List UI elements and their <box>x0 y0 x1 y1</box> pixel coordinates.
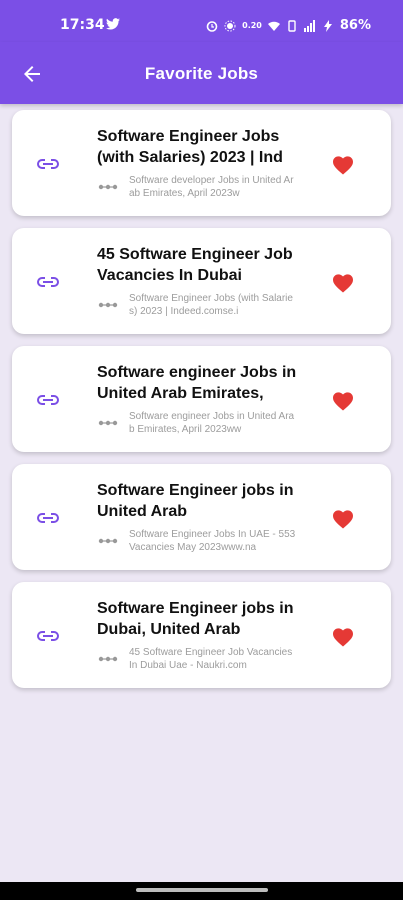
job-description: Software developer Jobs in United Arab E… <box>129 175 294 199</box>
heart-icon[interactable] <box>332 155 354 175</box>
home-gesture-handle[interactable] <box>136 888 268 892</box>
heart-icon[interactable] <box>332 509 354 529</box>
job-title[interactable]: 45 Software Engineer Job Vacancies In Du… <box>97 244 297 288</box>
alarm-icon <box>206 20 218 32</box>
job-title[interactable]: Software Engineer Jobs (with Salaries) 2… <box>97 126 297 170</box>
more-dots-icon <box>98 184 118 190</box>
job-title[interactable]: Software Engineer jobs in Dubai, United … <box>97 598 297 642</box>
twitter-icon <box>106 18 120 30</box>
link-icon[interactable] <box>36 157 60 171</box>
job-description: Software engineer Jobs in United Arab Em… <box>129 411 295 435</box>
brightness-icon <box>224 20 236 31</box>
link-icon[interactable] <box>36 629 60 643</box>
page-title: Favorite Jobs <box>144 64 259 83</box>
heart-icon[interactable] <box>332 391 354 411</box>
favorite-job-card[interactable]: Software Engineer jobs in United Arab So… <box>12 464 391 570</box>
status-time: 17:34 <box>60 17 105 33</box>
wifi-icon <box>267 21 280 31</box>
favorite-job-card[interactable]: 45 Software Engineer Job Vacancies In Du… <box>12 228 391 334</box>
job-description: 45 Software Engineer Job Vacancies In Du… <box>129 647 293 671</box>
network-speed: 0.20 <box>242 21 262 30</box>
link-icon[interactable] <box>36 393 60 407</box>
link-icon[interactable] <box>36 511 60 525</box>
job-description: Software Engineer Jobs In UAE - 553 Vaca… <box>129 529 296 553</box>
more-dots-icon <box>98 302 118 308</box>
more-dots-icon <box>98 538 118 544</box>
battery-level: 86% <box>339 18 371 33</box>
favorite-job-card[interactable]: Software engineer Jobs in United Arab Em… <box>12 346 391 452</box>
vibrate-icon <box>288 19 296 32</box>
favorite-job-card[interactable]: Software Engineer jobs in Dubai, United … <box>12 582 391 688</box>
more-dots-icon <box>98 420 118 426</box>
status-bar: 17:34 0.20 86% <box>0 0 403 42</box>
heart-icon[interactable] <box>332 273 354 293</box>
job-title[interactable]: Software Engineer jobs in United Arab <box>97 480 297 524</box>
heart-icon[interactable] <box>332 627 354 647</box>
signal-icon <box>303 19 315 32</box>
favorite-job-card[interactable]: Software Engineer Jobs (with Salaries) 2… <box>12 110 391 216</box>
status-icons: 0.20 86% <box>206 18 371 33</box>
job-description: Software Engineer Jobs (with Salaries) 2… <box>129 293 293 317</box>
job-title[interactable]: Software engineer Jobs in United Arab Em… <box>97 362 297 406</box>
system-nav-bar <box>0 882 403 900</box>
link-icon[interactable] <box>36 275 60 289</box>
battery-charging-icon <box>323 19 332 32</box>
app-bar: Favorite Jobs <box>0 42 403 104</box>
more-dots-icon <box>98 656 118 662</box>
